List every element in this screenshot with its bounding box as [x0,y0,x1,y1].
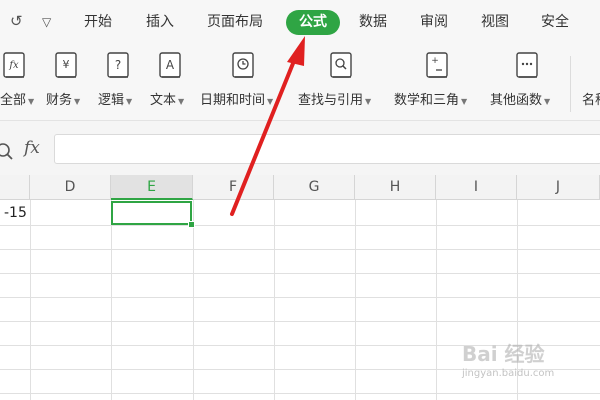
cell-c-value[interactable]: -15 [4,205,27,221]
grid-line [111,200,112,400]
ribbon-button-lookup[interactable]: 查找与引用 ▼ [298,52,384,114]
menu-item-data[interactable]: 数据 [359,12,387,32]
caret-icon: ▼ [74,97,81,106]
column-header-c-partial[interactable] [0,175,30,200]
menu-item-security[interactable]: 安全 [541,12,569,32]
grid-line [30,200,31,400]
chevron-down-icon[interactable]: ▽ [42,15,51,29]
ribbon-button-text[interactable]: A 文本 ▼ [148,52,192,114]
caret-icon: ▼ [365,97,372,106]
grid-line [355,200,356,400]
column-header-g[interactable]: G [274,175,355,200]
grid-line [0,297,600,298]
menu-item-home[interactable]: 开始 [84,12,112,32]
ribbon-label-other-functions: 其他函数 [490,93,543,108]
svg-text:A: A [166,58,175,72]
ribbon-button-date-time[interactable]: 日期和时间 ▼ [200,52,286,114]
letter-a-book-icon: A [159,52,181,78]
grid-line [0,321,600,322]
fx-button[interactable]: fx [24,138,40,158]
question-book-icon: ? [107,52,129,78]
menu-bar: ↺ ▽ 开始 插入 页面布局 公式 数据 审阅 视图 安全 [0,0,600,46]
caret-icon: ▼ [544,97,551,106]
fill-handle[interactable] [188,221,195,228]
svg-text:fx: fx [8,60,19,71]
column-header-h[interactable]: H [355,175,436,200]
caret-icon: ▼ [126,97,133,106]
menu-item-page-layout[interactable]: 页面布局 [207,12,263,32]
watermark-url: jingyan.baidu.com [462,368,555,379]
active-cell-e[interactable] [111,201,192,225]
column-header-f[interactable]: F [193,175,274,200]
formula-input[interactable] [54,134,600,164]
ribbon-label-text: 文本 [150,93,177,108]
svg-text:¥: ¥ [63,58,70,71]
ribbon-button-other-functions[interactable]: 其他函数 ▼ [490,52,564,114]
svg-text:?: ? [115,58,121,72]
ribbon-label-name: 名称 [582,93,600,108]
ellipsis-book-icon [516,52,538,78]
menu-item-review[interactable]: 审阅 [420,12,448,32]
grid-line [0,273,600,274]
menu-item-insert[interactable]: 插入 [146,12,174,32]
zoom-icon[interactable] [0,141,16,163]
column-header-e[interactable]: E [111,175,193,200]
magnifier-book-icon [330,52,352,78]
ribbon-button-name[interactable]: 名称 [580,52,600,114]
ribbon-button-math[interactable]: + 数学和三角 ▼ [394,52,480,114]
column-header-j[interactable]: J [517,175,600,200]
grid-line [193,200,194,400]
ribbon-button-logic[interactable]: ? 逻辑 ▼ [96,52,140,114]
yen-book-icon: ¥ [55,52,77,78]
caret-icon: ▼ [178,97,185,106]
caret-icon: ▼ [28,97,35,106]
ribbon-label-math: 数学和三角 [394,93,460,108]
caret-icon: ▼ [461,97,468,106]
menu-item-view[interactable]: 视图 [481,12,509,32]
plus-minus-book-icon: + [426,52,448,78]
menu-item-formulas[interactable]: 公式 [286,10,340,35]
ribbon-button-finance[interactable]: ¥ 财务 ▼ [44,52,88,114]
caret-icon: ▼ [267,97,274,106]
ribbon-label-lookup: 查找与引用 [298,93,364,108]
fx-book-icon: fx [3,52,25,78]
ribbon-label-finance: 财务 [46,93,73,108]
svg-text:+: + [431,56,439,66]
column-header-i[interactable]: I [436,175,517,200]
menu-item-formulas-label: 公式 [299,14,327,30]
ribbon-button-all[interactable]: fx 全部 ▼ [0,52,36,114]
ribbon-label-logic: 逻辑 [98,93,125,108]
watermark-logo: Bai 经验 [462,342,545,366]
ribbon-separator [570,56,571,112]
grid-line [0,225,600,226]
grid-line [0,249,600,250]
grid-line [436,200,437,400]
column-header-d[interactable]: D [30,175,111,200]
undo-icon[interactable]: ↺ [10,12,23,30]
grid-line [274,200,275,400]
clock-book-icon [232,52,254,78]
grid-line [0,393,600,394]
ribbon-label-date-time: 日期和时间 [200,93,266,108]
ribbon: fx 全部 ▼ ¥ 财务 ▼ ? 逻辑 ▼ A 文本 ▼ 日期和时间 ▼ 查找与引用 ▼ +… [0,46,600,121]
ribbon-label-all: 全部 [0,93,27,108]
